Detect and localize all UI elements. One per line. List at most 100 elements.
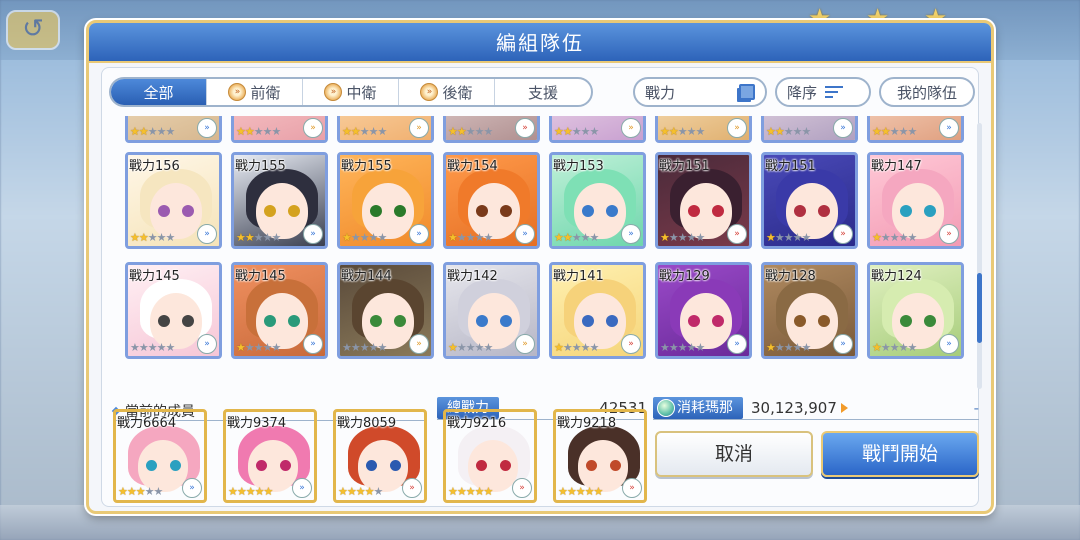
star-rating: ★★★★★ xyxy=(872,125,917,138)
mana-cost-value: 30,123,907 xyxy=(751,399,837,417)
star-rating: ★★★★★ xyxy=(660,125,705,138)
character-card[interactable]: 戰力141 ★★★★★ » xyxy=(549,262,646,359)
character-eye xyxy=(582,315,594,327)
character-eye xyxy=(688,315,700,327)
star-rating: ★★★★★ xyxy=(554,125,599,138)
character-eye xyxy=(606,315,618,327)
character-card[interactable]: 戰力124 ★★★★★ » xyxy=(867,262,964,359)
character-eye xyxy=(500,315,512,327)
character-power: 戰力155 xyxy=(235,159,286,174)
character-card[interactable]: 戰力147 ★★★★★ » xyxy=(867,152,964,249)
character-card[interactable]: 戰力151 ★★★★★ » xyxy=(761,152,858,249)
cancel-button[interactable]: 取消 xyxy=(655,431,813,477)
roster-scroll-thumb[interactable] xyxy=(977,273,982,343)
character-card[interactable]: 戰力145 ★★★★★ » xyxy=(125,262,222,359)
position-arrow-icon: » xyxy=(303,224,323,244)
position-arrow-icon: » xyxy=(939,224,959,244)
character-roster-grid[interactable]: ★★★★★ » ★★★★★ » ★★★★★ » ★★★★★ » ★★★★★ » ★★★★★ » ★★★★… xyxy=(113,116,973,394)
character-power: 戰力129 xyxy=(659,269,710,284)
character-eye xyxy=(712,205,724,217)
character-eye xyxy=(182,205,194,217)
character-power: 戰力9374 xyxy=(227,416,287,431)
character-card[interactable]: 戰力142 ★★★★★ » xyxy=(443,262,540,359)
tab-label: 後衛 xyxy=(442,83,473,102)
character-card[interactable]: ★★★★★ » xyxy=(761,116,858,143)
team-member-slot[interactable]: 戰力9374 ★★★★★ » xyxy=(223,409,317,503)
roster-scrollbar[interactable] xyxy=(977,123,982,389)
team-member-slot[interactable]: 戰力9216 ★★★★★ » xyxy=(443,409,537,503)
sort-descending-icon xyxy=(825,83,844,101)
position-arrow-icon: » xyxy=(303,334,323,354)
mana-cost-label-box: 消耗瑪那 xyxy=(653,397,743,419)
tab-1[interactable]: » 前衛 xyxy=(207,79,303,105)
tab-4[interactable]: 支援 xyxy=(495,79,591,105)
character-card[interactable]: ★★★★★ » xyxy=(549,116,646,143)
character-eye xyxy=(170,460,181,471)
character-power: 戰力6664 xyxy=(117,416,177,431)
dialog-title: 編組隊伍 xyxy=(89,23,991,63)
start-battle-button[interactable]: 戰鬥開始 xyxy=(821,431,979,477)
position-arrow-icon: » xyxy=(182,478,202,498)
character-card[interactable]: 戰力155 ★★★★★ » xyxy=(231,152,328,249)
star-rating: ★★★★★ xyxy=(872,341,917,354)
character-eye xyxy=(146,460,157,471)
character-power: 戰力8059 xyxy=(337,416,397,431)
character-eye xyxy=(500,460,511,471)
character-card[interactable]: 戰力128 ★★★★★ » xyxy=(761,262,858,359)
star-rating: ★★★★★ xyxy=(236,231,281,244)
character-eye xyxy=(818,205,830,217)
sort-key-button[interactable]: 戰力 xyxy=(633,77,767,107)
tab-0[interactable]: 全部 xyxy=(111,79,207,105)
star-rating: ★★★★★ xyxy=(766,125,811,138)
my-team-button[interactable]: 我的隊伍 xyxy=(879,77,975,107)
tab-label: 前衛 xyxy=(250,83,281,102)
character-card[interactable]: ★★★★★ » xyxy=(655,116,752,143)
character-card[interactable]: 戰力151 ★★★★★ » xyxy=(655,152,752,249)
character-eye xyxy=(924,315,936,327)
character-card[interactable]: ★★★★★ » xyxy=(337,116,434,143)
character-power: 戰力144 xyxy=(341,269,392,284)
star-rating: ★★★★★ xyxy=(342,341,387,354)
character-card[interactable]: 戰力144 ★★★★★ » xyxy=(337,262,434,359)
position-filter-tabs: 全部» 前衛» 中衛» 後衛 支援 xyxy=(109,77,593,107)
position-arrow-icon: » xyxy=(939,118,959,138)
character-card[interactable]: ★★★★★ » xyxy=(443,116,540,143)
character-eye xyxy=(924,205,936,217)
character-card[interactable]: 戰力156 ★★★★★ » xyxy=(125,152,222,249)
position-arrow-icon: » xyxy=(939,334,959,354)
character-card[interactable]: 戰力145 ★★★★★ » xyxy=(231,262,328,359)
character-card[interactable]: ★★★★★ » xyxy=(125,116,222,143)
character-card[interactable]: 戰力154 ★★★★★ » xyxy=(443,152,540,249)
character-card[interactable]: 戰力155 ★★★★★ » xyxy=(337,152,434,249)
character-eye xyxy=(182,315,194,327)
position-icon: » xyxy=(324,83,343,101)
position-arrow-icon: » xyxy=(409,334,429,354)
character-eye xyxy=(288,315,300,327)
sort-order-button[interactable]: 降序 xyxy=(775,77,871,107)
character-card[interactable]: 戰力129 ★★★★★ » xyxy=(655,262,752,359)
star-rating: ★★★★★ xyxy=(554,231,599,244)
team-member-slot[interactable]: 戰力9218 ★★★★★ » xyxy=(553,409,647,503)
mana-icon xyxy=(657,399,675,417)
back-button[interactable]: ↺ xyxy=(6,10,60,50)
tab-2[interactable]: » 中衛 xyxy=(303,79,399,105)
tab-3[interactable]: » 後衛 xyxy=(399,79,495,105)
team-formation-dialog: 編組隊伍 全部» 前衛» 中衛» 後衛 支援 戰力 降序 我的隊伍 ★★★★★» ★★★★… xyxy=(86,20,994,514)
star-rating: ★★★★★ xyxy=(554,341,599,354)
character-eye xyxy=(900,205,912,217)
star-rating: ★★★★★ xyxy=(342,231,387,244)
star-rating: ★★★★★ xyxy=(338,485,383,498)
character-power: 戰力151 xyxy=(659,159,710,174)
character-card[interactable]: ★★★★★ » xyxy=(867,116,964,143)
character-power: 戰力147 xyxy=(871,159,922,174)
character-eye xyxy=(280,460,291,471)
character-card[interactable]: 戰力153 ★★★★★ » xyxy=(549,152,646,249)
character-card[interactable]: ★★★★★ » xyxy=(231,116,328,143)
character-eye xyxy=(476,205,488,217)
character-eye xyxy=(476,315,488,327)
character-eye xyxy=(158,205,170,217)
team-member-slot[interactable]: 戰力6664 ★★★★★ » xyxy=(113,409,207,503)
star-rating: ★★★★★ xyxy=(448,125,493,138)
team-member-slot[interactable]: 戰力8059 ★★★★★ » xyxy=(333,409,427,503)
character-eye xyxy=(158,315,170,327)
